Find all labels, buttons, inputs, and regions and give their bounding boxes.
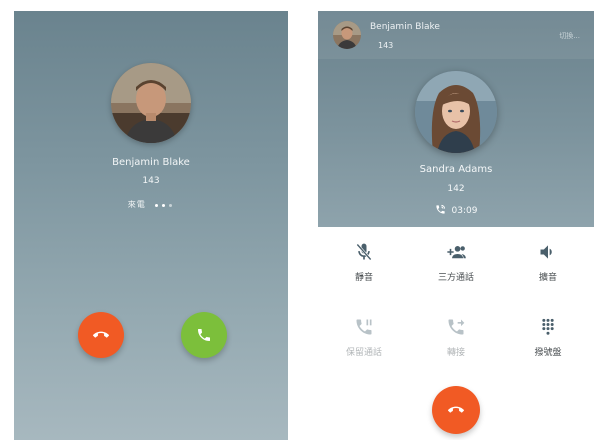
- answer-call-button[interactable]: [181, 312, 227, 358]
- add-call-label: 三方通話: [437, 273, 474, 283]
- call-status-label: 來電: [127, 200, 146, 209]
- phone-answer-icon: [198, 329, 210, 341]
- caller-number: 143: [142, 176, 160, 186]
- decline-call-button[interactable]: [78, 312, 124, 358]
- screenshot-stage: Benjamin Blake 143 來電 Benjamin Blake 143…: [0, 0, 594, 440]
- mute-button[interactable]: 靜音: [318, 242, 410, 283]
- dialpad-button[interactable]: 撥號盤: [502, 317, 594, 358]
- swap-call-link[interactable]: 切換...: [559, 31, 580, 41]
- contact-name: Sandra Adams: [419, 164, 493, 175]
- call-in-progress-icon: [435, 204, 445, 214]
- ringing-dots: [153, 200, 174, 209]
- call-header: Benjamin Blake 143 切換... Sandra Adams 14…: [318, 11, 594, 227]
- ringing-dot: [162, 204, 166, 207]
- caller-avatar: [111, 63, 191, 143]
- call-timer: 03:09: [318, 204, 594, 216]
- phone-forward-icon: [448, 319, 465, 335]
- speaker-icon: [540, 245, 552, 259]
- held-caller-number: 143: [378, 41, 394, 50]
- end-call-button[interactable]: [432, 386, 480, 434]
- contact-number: 142: [447, 184, 465, 194]
- speaker-button[interactable]: 擴音: [502, 242, 594, 283]
- call-status: 來電: [14, 199, 288, 210]
- held-caller-avatar: [333, 21, 361, 49]
- ringing-dot: [155, 204, 159, 207]
- held-call-bar[interactable]: Benjamin Blake 143 切換...: [318, 11, 594, 59]
- incoming-call-screen: Benjamin Blake 143 來電: [14, 11, 288, 440]
- held-caller-name: Benjamin Blake: [370, 22, 440, 32]
- add-call-button[interactable]: 三方通話: [410, 242, 502, 283]
- phone-hangup-icon: [93, 331, 109, 338]
- mic-off-icon: [356, 243, 372, 261]
- active-call-screen: Benjamin Blake 143 切換... Sandra Adams 14…: [318, 11, 594, 440]
- phone-hold-icon: [356, 319, 372, 335]
- transfer-label: 轉接: [446, 348, 465, 358]
- dialpad-label: 撥號盤: [534, 348, 562, 358]
- hold-label: 保留通話: [345, 348, 382, 358]
- phone-hangup-icon: [448, 406, 464, 413]
- speaker-label: 擴音: [538, 273, 557, 283]
- transfer-button[interactable]: 轉接: [410, 317, 502, 358]
- ringing-dot: [169, 204, 173, 207]
- mute-label: 靜音: [354, 273, 373, 283]
- caller-name: Benjamin Blake: [112, 157, 190, 168]
- hold-button[interactable]: 保留通話: [318, 317, 410, 358]
- contact-avatar: [415, 71, 497, 153]
- dialpad-icon: [542, 318, 554, 335]
- call-duration: 03:09: [451, 206, 478, 216]
- add-participant-icon: [447, 246, 466, 259]
